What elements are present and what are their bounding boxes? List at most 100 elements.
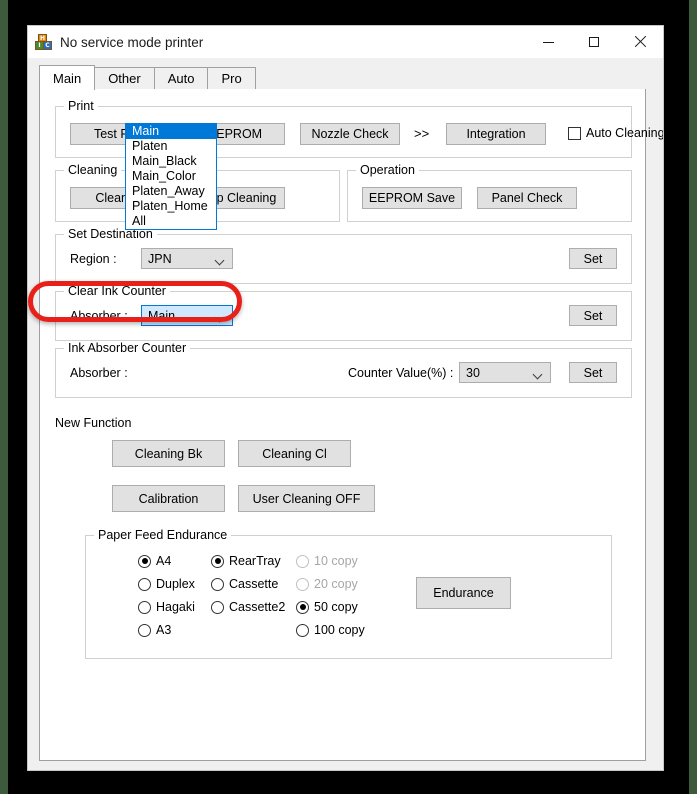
maximize-button[interactable] xyxy=(571,26,617,58)
clear-ink-counter-group: Clear Ink Counter Absorber : Main Set xyxy=(55,291,632,341)
tab-other-label: Other xyxy=(108,71,141,86)
ink-absorber-counter-group: Ink Absorber Counter Absorber : Counter … xyxy=(55,348,632,398)
counter-value-label: Counter Value(%) : xyxy=(348,366,453,380)
radio-copies-50[interactable]: 50 copy xyxy=(296,600,358,614)
screenshot-root: H I C No service mode printer M xyxy=(0,0,697,794)
radio-label: Duplex xyxy=(156,577,195,591)
ink-absorber-counter-set-button[interactable]: Set xyxy=(569,362,617,383)
ink-absorber-counter-legend: Ink Absorber Counter xyxy=(64,341,190,355)
dropdown-item-platen[interactable]: Platen xyxy=(126,139,216,154)
dropdown-item-main[interactable]: Main xyxy=(126,124,216,139)
radio-label: A3 xyxy=(156,623,171,637)
cleaning-cl-button[interactable]: Cleaning Cl xyxy=(238,440,351,467)
radio-copies-20: 20 copy xyxy=(296,577,358,591)
tab-main-label: Main xyxy=(53,71,81,86)
dropdown-item-main-black[interactable]: Main_Black xyxy=(126,154,216,169)
absorber-label-clear: Absorber : xyxy=(70,309,128,323)
paper-feed-endurance-group: Paper Feed Endurance A4 Duplex Hagaki xyxy=(85,535,612,659)
client-area: Main Other Auto Pro Print Test Print EEP… xyxy=(28,58,663,771)
radio-indicator[interactable] xyxy=(138,555,151,568)
tab-auto[interactable]: Auto xyxy=(154,67,209,89)
counter-value-combo-value: 30 xyxy=(466,366,480,380)
close-button[interactable] xyxy=(617,26,663,58)
radio-indicator[interactable] xyxy=(296,624,309,637)
chevron-down-icon xyxy=(216,257,224,262)
radio-label: Hagaki xyxy=(156,600,195,614)
window-title: No service mode printer xyxy=(60,35,203,50)
radio-label: 10 copy xyxy=(314,554,358,568)
window-controls xyxy=(525,26,663,58)
absorber-combo[interactable]: Main xyxy=(141,305,233,326)
integration-button[interactable]: Integration xyxy=(446,123,546,145)
radio-label: Cassette2 xyxy=(229,600,285,614)
desktop-edge-right xyxy=(689,0,697,794)
region-set-button[interactable]: Set xyxy=(569,248,617,269)
region-combo[interactable]: JPN xyxy=(141,248,233,269)
app-window: H I C No service mode printer M xyxy=(27,25,664,771)
radio-copies-10: 10 copy xyxy=(296,554,358,568)
tab-pro-label: Pro xyxy=(221,71,241,86)
minimize-button[interactable] xyxy=(525,26,571,58)
set-destination-group: Set Destination Region : JPN Set xyxy=(55,234,632,284)
radio-paper-a3[interactable]: A3 xyxy=(138,623,171,637)
radio-source-cassette[interactable]: Cassette xyxy=(211,577,278,591)
auto-cleaning-checkbox[interactable] xyxy=(568,127,581,140)
radio-indicator xyxy=(296,578,309,591)
calibration-button[interactable]: Calibration xyxy=(112,485,225,512)
radio-indicator[interactable] xyxy=(211,601,224,614)
tab-other[interactable]: Other xyxy=(94,67,155,89)
dropdown-item-all[interactable]: All xyxy=(126,214,216,229)
radio-copies-100[interactable]: 100 copy xyxy=(296,623,365,637)
nozzle-check-button[interactable]: Nozzle Check xyxy=(300,123,400,145)
absorber-label-counter: Absorber : xyxy=(70,366,128,380)
cleaning-bk-button[interactable]: Cleaning Bk xyxy=(112,440,225,467)
app-blocks-icon: H I C xyxy=(35,34,52,51)
radio-label: Cassette xyxy=(229,577,278,591)
dropdown-item-main-color[interactable]: Main_Color xyxy=(126,169,216,184)
clear-ink-counter-set-button[interactable]: Set xyxy=(569,305,617,326)
chevron-down-icon xyxy=(216,314,224,319)
radio-indicator[interactable] xyxy=(138,578,151,591)
dropdown-item-platen-home[interactable]: Platen_Home xyxy=(126,199,216,214)
radio-label: A4 xyxy=(156,554,171,568)
chevron-down-icon xyxy=(534,371,542,376)
radio-indicator[interactable] xyxy=(211,578,224,591)
radio-label: 50 copy xyxy=(314,600,358,614)
print-group-legend: Print xyxy=(64,99,98,113)
radio-label: 100 copy xyxy=(314,623,365,637)
radio-source-reartray[interactable]: RearTray xyxy=(211,554,281,568)
cleaning-group-legend: Cleaning xyxy=(64,163,121,177)
eeprom-save-button[interactable]: EEPROM Save xyxy=(362,187,462,209)
radio-indicator[interactable] xyxy=(211,555,224,568)
radio-paper-hagaki[interactable]: Hagaki xyxy=(138,600,195,614)
tab-main[interactable]: Main xyxy=(39,65,95,90)
panel-check-button[interactable]: Panel Check xyxy=(477,187,577,209)
clear-ink-counter-legend: Clear Ink Counter xyxy=(64,284,170,298)
auto-cleaning-checkbox-row[interactable]: Auto Cleaning xyxy=(568,126,664,140)
radio-paper-duplex[interactable]: Duplex xyxy=(138,577,195,591)
tab-pro[interactable]: Pro xyxy=(207,67,255,89)
operation-group-legend: Operation xyxy=(356,163,419,177)
radio-label: 20 copy xyxy=(314,577,358,591)
region-label: Region : xyxy=(70,252,117,266)
absorber-dropdown-list[interactable]: Main Platen Main_Black Main_Color Platen… xyxy=(125,123,217,230)
user-cleaning-off-button[interactable]: User Cleaning OFF xyxy=(238,485,375,512)
dropdown-item-platen-away[interactable]: Platen_Away xyxy=(126,184,216,199)
radio-paper-a4[interactable]: A4 xyxy=(138,554,171,568)
radio-indicator[interactable] xyxy=(296,601,309,614)
tab-page-main: Print Test Print EEPROM Nozzle Check >> … xyxy=(39,89,646,761)
minimize-icon xyxy=(543,42,554,43)
counter-value-combo[interactable]: 30 xyxy=(459,362,551,383)
radio-label: RearTray xyxy=(229,554,281,568)
tab-strip: Main Other Auto Pro xyxy=(39,66,646,90)
radio-source-cassette2[interactable]: Cassette2 xyxy=(211,600,285,614)
auto-cleaning-label: Auto Cleaning xyxy=(586,126,664,140)
absorber-combo-value: Main xyxy=(148,309,175,323)
radio-indicator[interactable] xyxy=(138,601,151,614)
close-icon xyxy=(634,36,646,48)
endurance-button[interactable]: Endurance xyxy=(416,577,511,609)
paper-feed-endurance-legend: Paper Feed Endurance xyxy=(94,528,231,542)
desktop-edge-left xyxy=(0,0,8,794)
radio-indicator[interactable] xyxy=(138,624,151,637)
tab-auto-label: Auto xyxy=(168,71,195,86)
